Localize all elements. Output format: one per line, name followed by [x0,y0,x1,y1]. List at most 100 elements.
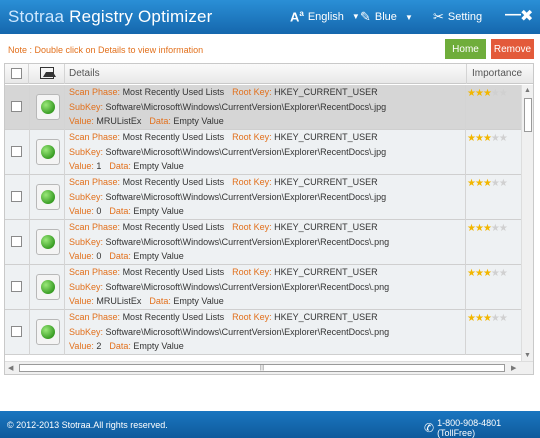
scan-phase-value: Most Recently Used Lists [122,177,225,187]
table-row[interactable]: Scan Phase: Most Recently Used Lists Root… [5,220,521,265]
image-column-header [29,64,65,84]
column-divider [465,265,466,310]
row-checkbox[interactable] [11,101,22,112]
value-line: Value: 0 Data: Empty Value [69,206,184,216]
scan-phase-value: Most Recently Used Lists [122,87,225,97]
registry-entry-icon [36,274,60,300]
row-icon-cell [29,175,65,220]
vertical-scrollbar[interactable]: ▲ ▼ [521,85,533,361]
language-selector[interactable]: Aa English ▼ [290,9,360,24]
table-row[interactable]: Scan Phase: Most Recently Used Lists Root… [5,265,521,310]
horizontal-scrollbar[interactable]: ◀ ||| ▶ [5,361,533,374]
row-icon-cell [29,220,65,265]
column-divider [465,175,466,220]
skin-selector[interactable]: ✎ Blue ▼ [360,9,413,25]
data-label: Data: [109,161,131,171]
row-checkbox[interactable] [11,191,22,202]
subkey-value: Software\Microsoft\Windows\CurrentVersio… [105,192,387,202]
value-line: Value: 1 Data: Empty Value [69,161,184,171]
row-checkbox[interactable] [11,326,22,337]
value-label: Value: [69,206,94,216]
importance-stars: ★★★★★ [467,178,508,189]
skin-label: Blue [374,11,397,23]
subkey-label: SubKey: [69,327,104,337]
horizontal-scroll-thumb[interactable]: ||| [19,364,505,372]
root-key-value: HKEY_CURRENT_USER [274,312,378,322]
registry-entry-icon [36,184,60,210]
value-line: Value: 0 Data: Empty Value [69,251,184,261]
row-checkbox[interactable] [11,146,22,157]
root-key-label: Root Key: [232,222,272,232]
copyright-text: © 2012-2013 Stotraa.All rights reserved. [7,420,168,430]
scan-phase-label: Scan Phase: [69,177,121,187]
root-key-label: Root Key: [232,267,272,277]
minimize-button[interactable]: — [505,6,521,24]
table-row[interactable]: Scan Phase: Most Recently Used Lists Root… [5,130,521,175]
select-all-checkbox[interactable] [11,68,22,79]
row-icon-cell [29,85,65,130]
subkey-value: Software\Microsoft\Windows\CurrentVersio… [105,282,390,292]
data-value: Empty Value [173,116,224,126]
value-line: Value: MRUListEx Data: Empty Value [69,116,224,126]
scan-phase-value: Most Recently Used Lists [122,267,225,277]
column-divider [465,310,466,355]
tools-icon: ✂ [433,9,444,24]
language-label: English [307,10,344,23]
scan-phase-value: Most Recently Used Lists [122,132,225,142]
scan-phase-label: Scan Phase: [69,222,121,232]
home-button[interactable]: Home [445,39,486,59]
close-button[interactable]: ✖ [520,6,533,26]
scan-phase-label: Scan Phase: [69,267,121,277]
root-key-value: HKEY_CURRENT_USER [274,87,378,97]
data-value: Empty Value [133,206,184,216]
scan-phase-value: Most Recently Used Lists [122,312,225,322]
footer: © 2012-2013 Stotraa.All rights reserved.… [0,411,540,438]
importance-stars: ★★★★★ [467,223,508,234]
scroll-up-arrow-icon[interactable]: ▲ [524,87,531,94]
scroll-left-arrow-icon[interactable]: ◀ [8,364,13,372]
subkey-line: SubKey: Software\Microsoft\Windows\Curre… [69,102,386,112]
registry-entry-icon [36,139,60,165]
scan-phase-line: Scan Phase: Most Recently Used Lists Root… [69,222,378,232]
root-key-label: Root Key: [232,132,272,142]
table-row[interactable]: Scan Phase: Most Recently Used Lists Root… [5,310,521,355]
results-table: Details Importance Scan Phase: Most Rece… [4,63,534,375]
scan-phase-line: Scan Phase: Most Recently Used Lists Root… [69,267,378,277]
value-value: MRUListEx [96,116,142,126]
details-column-header[interactable]: Details [69,68,100,79]
app-title-rest: Registry Optimizer [64,7,213,26]
subkey-value: Software\Microsoft\Windows\CurrentVersio… [105,327,390,337]
setting-button[interactable]: ✂ Setting [433,9,482,25]
subkey-label: SubKey: [69,192,104,202]
scroll-right-arrow-icon[interactable]: ▶ [511,364,516,372]
row-icon-cell [29,130,65,175]
registry-entry-icon [36,229,60,255]
chevron-down-icon: ▼ [351,12,360,22]
subkey-label: SubKey: [69,282,104,292]
table-row[interactable]: Scan Phase: Most Recently Used Lists Root… [5,175,521,220]
row-checkbox[interactable] [11,281,22,292]
importance-column-header[interactable]: Importance [466,64,533,84]
subkey-label: SubKey: [69,102,104,112]
data-value: Empty Value [173,296,224,306]
root-key-value: HKEY_CURRENT_USER [274,177,378,187]
phone-contact: ✆ 1-800-908-4801 (TollFree) [424,418,540,438]
app-title-brand: Stotraa [8,7,65,26]
root-key-value: HKEY_CURRENT_USER [274,222,378,232]
data-label: Data: [109,341,131,351]
subkey-line: SubKey: Software\Microsoft\Windows\Curre… [69,327,389,337]
importance-stars: ★★★★★ [467,268,508,279]
data-label: Data: [149,116,171,126]
row-icon-cell [29,310,65,355]
chevron-down-icon: ▼ [404,12,413,22]
scroll-down-arrow-icon[interactable]: ▼ [524,352,531,359]
root-key-value: HKEY_CURRENT_USER [274,267,378,277]
table-row[interactable]: Scan Phase: Most Recently Used Lists Root… [5,85,521,130]
row-checkbox[interactable] [11,236,22,247]
remove-button[interactable]: Remove [491,39,534,59]
scan-phase-label: Scan Phase: [69,132,121,142]
registry-entry-icon [36,319,60,345]
scan-phase-value: Most Recently Used Lists [122,222,225,232]
title-bar: Stotraa Registry Optimizer Aa English ▼ … [0,0,540,34]
vertical-scroll-thumb[interactable] [524,98,532,132]
